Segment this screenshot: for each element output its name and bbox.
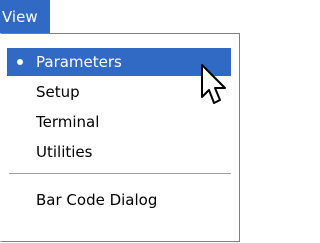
menu-item-label: Utilities: [36, 143, 93, 161]
radio-bullet-icon: [17, 59, 23, 65]
menu-item-label: Terminal: [36, 113, 100, 131]
menu-item-utilities[interactable]: Utilities: [7, 138, 231, 166]
menu-view[interactable]: View: [0, 0, 50, 34]
menu-item-bar-code-dialog[interactable]: Bar Code Dialog: [7, 186, 231, 214]
menu-item-label: Bar Code Dialog: [36, 191, 158, 209]
menu-item-setup[interactable]: Setup: [7, 78, 231, 106]
menu-item-label: Parameters: [36, 53, 122, 71]
menu-item-terminal[interactable]: Terminal: [7, 108, 231, 136]
mouse-pointer-icon: [201, 64, 226, 104]
menu-item-parameters[interactable]: Parameters: [7, 48, 231, 76]
menu-item-label: Setup: [36, 83, 80, 101]
menu-separator: [9, 173, 231, 175]
